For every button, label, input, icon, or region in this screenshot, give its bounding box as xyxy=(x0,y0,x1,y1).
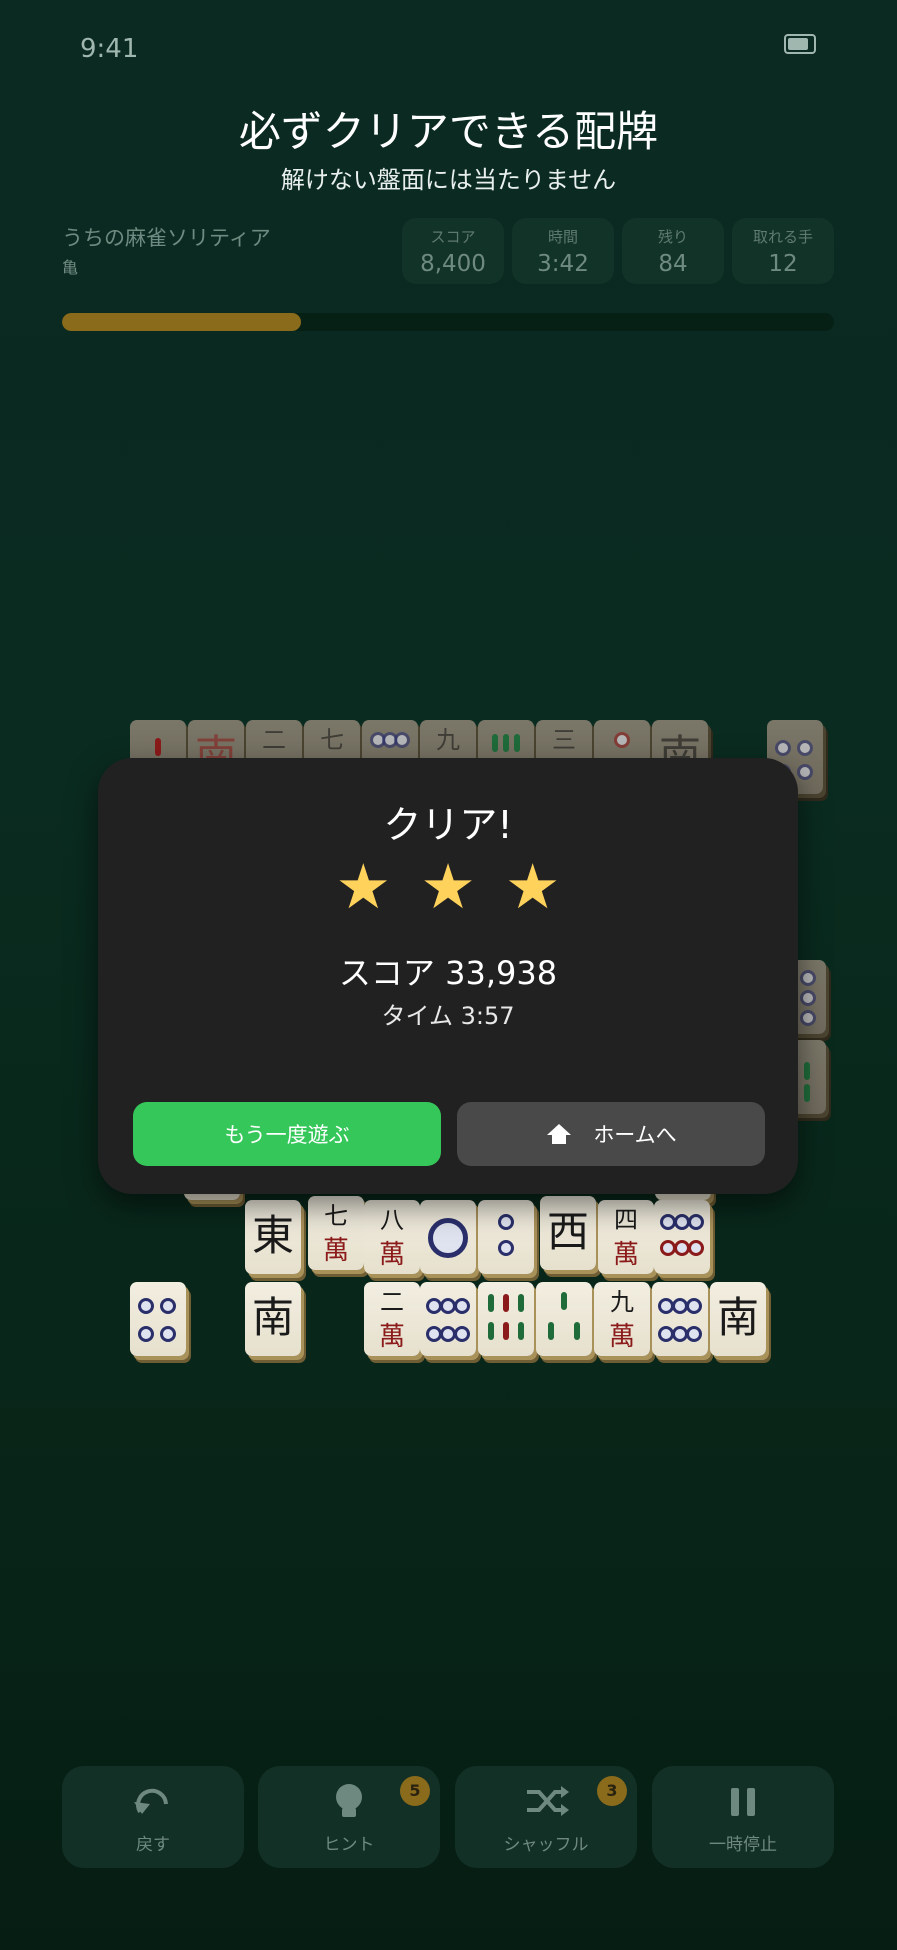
star-icon: ★ xyxy=(504,850,561,923)
tile[interactable]: 南 xyxy=(710,1282,766,1356)
shuffle-button[interactable]: シャッフル 3 xyxy=(455,1766,637,1868)
tile[interactable] xyxy=(478,1282,534,1356)
hint-button[interactable]: ヒント 5 xyxy=(258,1766,440,1868)
pause-icon xyxy=(731,1788,755,1816)
shuffle-label: シャッフル xyxy=(503,1835,589,1855)
final-time: タイム 3:57 xyxy=(381,1002,515,1030)
tile[interactable] xyxy=(654,1200,710,1274)
tile[interactable]: 九萬 xyxy=(594,1282,650,1356)
tile[interactable]: 西 xyxy=(540,1196,596,1270)
pause-label: 一時停止 xyxy=(709,1835,777,1855)
home-icon xyxy=(547,1124,572,1144)
tile[interactable]: 七萬 xyxy=(308,1196,364,1270)
tile[interactable] xyxy=(420,1282,476,1356)
star-icon: ★ xyxy=(420,850,476,923)
home-button[interactable]: ホームへ xyxy=(457,1102,765,1166)
hint-count-badge: 5 xyxy=(400,1776,430,1806)
tile[interactable] xyxy=(130,1282,186,1356)
shuffle-count-badge: 3 xyxy=(597,1776,627,1806)
hint-label: ヒント xyxy=(323,1835,375,1855)
tile[interactable]: 南 xyxy=(245,1282,301,1356)
home-label: ホームへ xyxy=(593,1123,677,1147)
dialog-title: クリア! xyxy=(383,803,513,847)
undo-button[interactable]: 戻す xyxy=(62,1766,244,1868)
tile[interactable] xyxy=(652,1282,708,1356)
star-icon: ★ xyxy=(335,850,392,923)
tile[interactable] xyxy=(536,1282,592,1356)
tile[interactable]: 東 xyxy=(245,1200,301,1274)
tile[interactable] xyxy=(420,1200,476,1274)
undo-icon xyxy=(134,1788,168,1814)
tile[interactable]: 二萬 xyxy=(364,1282,420,1356)
pause-button[interactable]: 一時停止 xyxy=(652,1766,834,1868)
tile[interactable] xyxy=(478,1200,534,1274)
undo-label: 戻す xyxy=(136,1835,170,1855)
clear-dialog: クリア! ★ ★ ★ スコア 33,938 タイム 3:57 もう一度遊ぶ ホー… xyxy=(98,758,798,1194)
play-again-button[interactable]: もう一度遊ぶ xyxy=(133,1102,441,1166)
tile[interactable]: 八萬 xyxy=(364,1200,420,1274)
star-rating: ★ ★ ★ xyxy=(98,854,798,920)
final-score: スコア 33,938 xyxy=(338,954,558,992)
tile[interactable]: 四萬 xyxy=(598,1200,654,1274)
play-again-label: もう一度遊ぶ xyxy=(224,1123,350,1147)
